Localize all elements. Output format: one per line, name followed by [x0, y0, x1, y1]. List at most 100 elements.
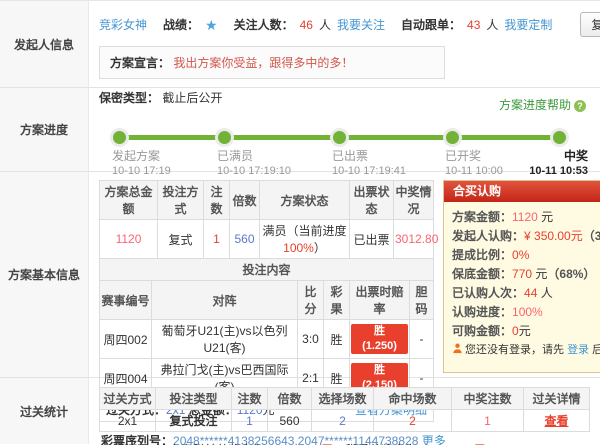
win-amount: 3012.80: [394, 220, 434, 259]
match-result: 胜: [324, 320, 350, 359]
col-header: 中奖注数: [452, 388, 524, 410]
initiator-buy-line: 发起人认购：¥ 350.00元（31%）: [452, 227, 592, 246]
col-header: 出票状态: [350, 181, 394, 220]
pass-stats-table: 过关方式 投注类型 注数 倍数 选择场数 命中场数 中奖注数 过关详情 2x1 …: [99, 387, 590, 432]
section-initiator-info: 发起人信息 竞彩女神 战绩： ★ 关注人数： 46 人 我要关注 自动跟单： 4…: [0, 1, 600, 88]
progress-content: 方案进度帮助? 发起方案10-10 17:19 已满员10-10 17:19:1…: [89, 88, 600, 171]
hit-matches: 2: [374, 410, 452, 432]
selected-matches: 2: [312, 410, 374, 432]
record-label: 战绩：: [163, 16, 199, 33]
col-header: 投注类型: [156, 388, 232, 410]
col-header: 对阵: [152, 281, 298, 320]
section-progress: 方案进度 方案进度帮助? 发起方案10-10 17:19 已满员10-10 17…: [0, 88, 600, 172]
col-header: 注数: [232, 388, 268, 410]
followers-count: 46: [300, 18, 313, 32]
subscribe-progress-line: 认购进度：100%: [452, 303, 592, 322]
timeline-dot-2: [218, 131, 231, 144]
col-header: 倍数: [268, 388, 312, 410]
col-header: 比分: [298, 281, 324, 320]
commission-line: 提成比例：0%: [452, 246, 592, 265]
declaration-label: 方案宣言：: [110, 56, 170, 70]
total-amount: 1120: [100, 220, 158, 259]
customize-link[interactable]: 我要定制: [504, 16, 552, 33]
auto-follow-label: 自动跟单：: [401, 16, 461, 33]
stats-value-row: 2x1 复式投注 1 560 2 2 1 查看: [100, 410, 590, 432]
bet-header-row: 赛事编号 对阵 比分 彩果 出票时赔率 胆码: [100, 281, 434, 320]
timeline-dot-3: [333, 131, 346, 144]
col-header: 过关方式: [100, 388, 156, 410]
declaration-text: 我出方案你受益，跟得多中的多！: [173, 56, 353, 70]
person-icon: [452, 343, 463, 354]
col-header: 投注方式: [158, 181, 204, 220]
bet-method: 复式: [158, 220, 204, 259]
bet-type: 复式投注: [156, 410, 232, 432]
joint-purchase-panel: 合买认购 方案金额：1120 元 发起人认购：¥ 350.00元（31%） 提成…: [443, 180, 600, 373]
col-header: 方案总金额: [100, 181, 158, 220]
winning-bets: 1: [452, 410, 524, 432]
multiple: 560: [268, 410, 312, 432]
buyers-line: 已认购人次：44 人: [452, 284, 592, 303]
col-header: 出票时赔率: [350, 281, 410, 320]
section-label-pass-stats: 过关统计: [0, 378, 89, 444]
col-header: 过关详情: [524, 388, 590, 410]
multiple: 560: [230, 220, 260, 259]
plan-summary-table: 方案总金额 投注方式 注数 倍数 方案状态 出票状态 中奖情况 1120 复式 …: [99, 180, 434, 281]
bet-count: 1: [232, 410, 268, 432]
timeline-dot-5: [553, 131, 566, 144]
panel-title: 合买认购: [444, 181, 600, 202]
col-header: 赛事编号: [100, 281, 152, 320]
question-mark-icon: ?: [574, 100, 586, 112]
col-header: 命中场数: [374, 388, 452, 410]
section-label-basic-info: 方案基本信息: [0, 172, 89, 377]
star-rating-icon: ★: [205, 19, 218, 31]
summary-header-row: 方案总金额 投注方式 注数 倍数 方案状态 出票状态 中奖情况: [100, 181, 434, 220]
copy-plan-url-button[interactable]: 复制方案地址: [580, 12, 600, 37]
timeline-dot-1: [113, 131, 126, 144]
odds-cell: 胜 (1.250): [350, 320, 410, 359]
bet-content-subheader: 投注内容: [100, 259, 434, 281]
pass-mode: 2x1: [100, 410, 156, 432]
followers-unit: 人: [319, 16, 331, 33]
timeline-dot-4: [446, 131, 459, 144]
section-basic-info: 方案基本信息 方案总金额 投注方式 注数 倍数 方案状态 出票状态 中奖情况: [0, 172, 600, 378]
match-score: 3:0: [298, 320, 324, 359]
col-header: 中奖情况: [394, 181, 434, 220]
auto-follow-count: 43: [467, 18, 480, 32]
match-number: 周四002: [100, 320, 152, 359]
col-header: 彩果: [324, 281, 350, 320]
match-teams: 葡萄牙U21(主)vs以色列U21(客): [152, 320, 298, 359]
view-detail-link[interactable]: 查看: [544, 414, 568, 428]
username-link[interactable]: 竞彩女神: [99, 16, 147, 33]
dan-cell: -: [410, 320, 434, 359]
declaration-box: 方案宣言： 我出方案你受益，跟得多中的多！: [99, 46, 445, 79]
winning-summary-line: 中奖情况: 该方案税前总奖金为¥ 3,012.80元，税后总奖金为¥ 3,012…: [101, 441, 594, 445]
summary-value-row: 1120 复式 1 560 满员（当前进度100%） 已出票 3012.80: [100, 220, 434, 259]
progress-help-link[interactable]: 方案进度帮助?: [499, 96, 586, 113]
stats-header-row: 过关方式 投注类型 注数 倍数 选择场数 命中场数 中奖注数 过关详情: [100, 388, 590, 410]
col-header: 注数: [204, 181, 230, 220]
bet-count: 1: [204, 220, 230, 259]
login-prompt: 您还没有登录，请先 登录 后再购买: [452, 341, 592, 360]
section-pass-stats: 过关统计 过关方式 投注类型 注数 倍数 选择场数 命中场数 中奖注数 过关详情: [0, 378, 600, 444]
win-odds-badge: 胜 (1.250): [351, 324, 408, 354]
section-label-progress: 方案进度: [0, 88, 89, 171]
available-line: 可购金额：0元: [452, 322, 592, 341]
plan-status: 满员（当前进度100%）: [260, 220, 350, 259]
guarantee-line: 保底金额：770 元（68%）: [452, 265, 592, 284]
pass-stats-content: 过关方式 投注类型 注数 倍数 选择场数 命中场数 中奖注数 过关详情 2x1 …: [89, 378, 600, 444]
initiator-top-row: 竞彩女神 战绩： ★ 关注人数： 46 人 我要关注 自动跟单： 43 人 我要…: [89, 1, 600, 37]
initiator-content: 竞彩女神 战绩： ★ 关注人数： 46 人 我要关注 自动跟单： 43 人 我要…: [89, 1, 600, 87]
section-label-initiator: 发起人信息: [0, 1, 89, 87]
follow-link[interactable]: 我要关注: [337, 16, 385, 33]
basic-info-content: 方案总金额 投注方式 注数 倍数 方案状态 出票状态 中奖情况 1120 复式 …: [89, 172, 600, 377]
col-header: 选择场数: [312, 388, 374, 410]
col-header: 倍数: [230, 181, 260, 220]
col-header: 胆码: [410, 281, 434, 320]
plan-amount-line: 方案金额：1120 元: [452, 208, 592, 227]
plan-detail-page: 发起人信息 竞彩女神 战绩： ★ 关注人数： 46 人 我要关注 自动跟单： 4…: [0, 0, 600, 445]
col-header: 方案状态: [260, 181, 350, 220]
bet-row: 周四002 葡萄牙U21(主)vs以色列U21(客) 3:0 胜 胜 (1.25…: [100, 320, 434, 359]
ticket-status: 已出票: [350, 220, 394, 259]
login-link[interactable]: 登录: [567, 344, 589, 356]
pass-detail-cell: 查看: [524, 410, 590, 432]
